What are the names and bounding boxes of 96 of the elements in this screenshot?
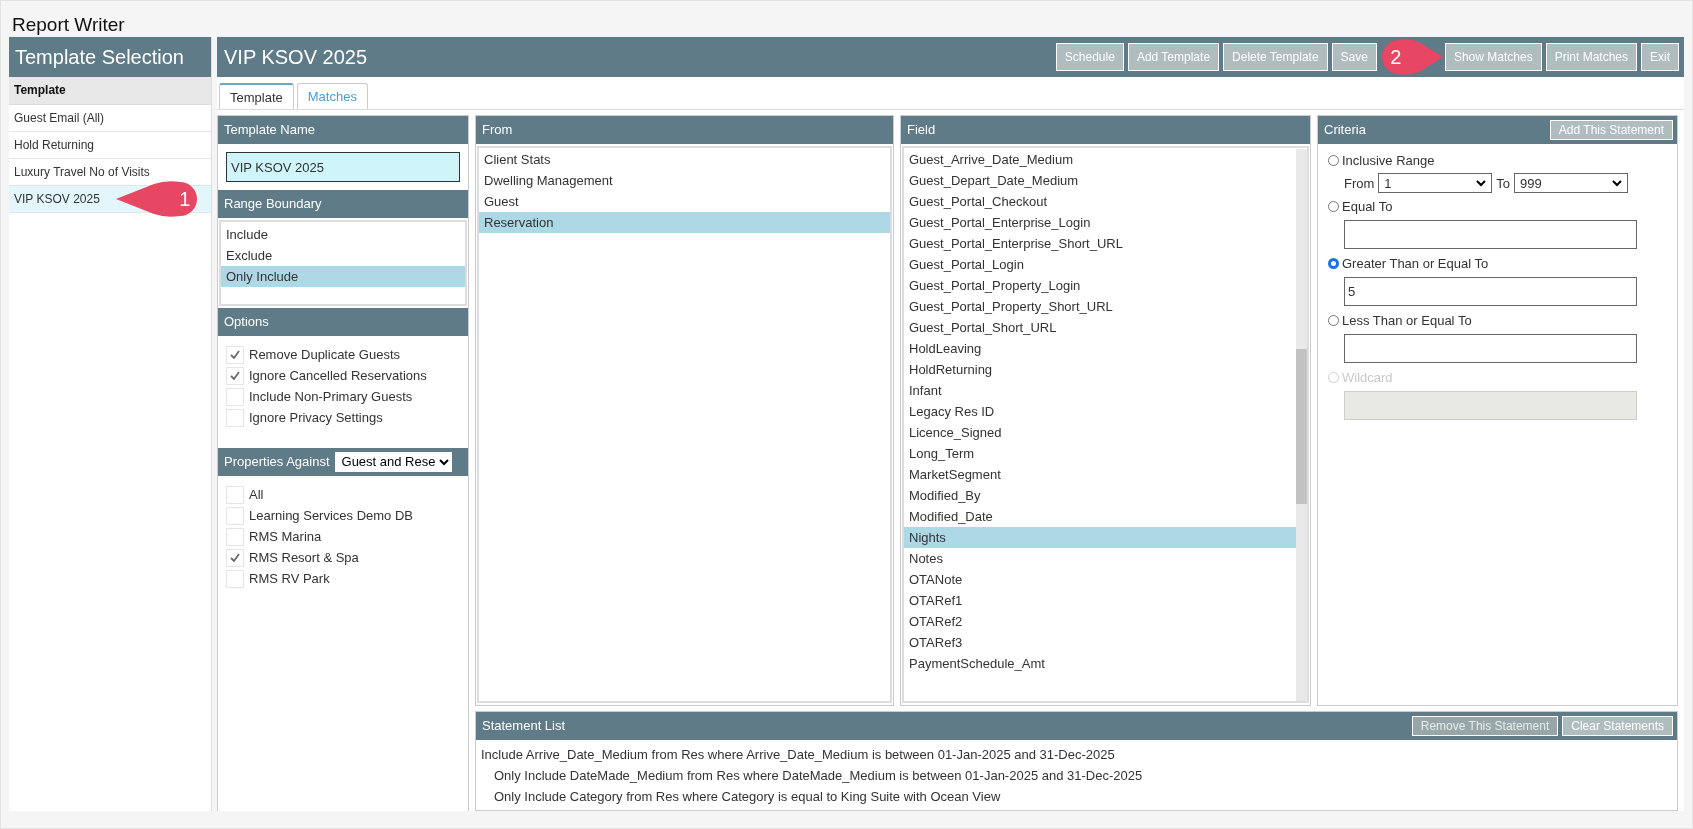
checkbox[interactable]: [226, 569, 244, 588]
radio-button[interactable]: [1328, 154, 1339, 166]
window-title: Report Writer: [11, 13, 126, 37]
section-header: Field: [901, 116, 1310, 144]
check-icon: [230, 371, 240, 380]
checkbox[interactable]: [226, 485, 244, 504]
field-option[interactable]: Nights: [904, 527, 1296, 548]
field-option[interactable]: Infant: [904, 380, 1296, 401]
field-option[interactable]: Guest_Portal_Checkout: [904, 191, 1296, 212]
field-option[interactable]: Modified_By: [904, 485, 1296, 506]
checkbox-label: Ignore Cancelled Reservations: [249, 368, 427, 383]
section-header: Statement List: [482, 717, 566, 735]
range-option[interactable]: Exclude: [221, 245, 465, 266]
column-header: Template: [9, 77, 211, 105]
field-option[interactable]: Guest_Portal_Short_URL: [904, 317, 1296, 338]
criteria-field[interactable]: 5: [1344, 277, 1637, 306]
checkbox[interactable]: [226, 506, 244, 525]
statement[interactable]: Only Include Category from Res where Category is equal to King Suite with Ocean View: [481, 786, 1672, 807]
radio-button[interactable]: [1328, 257, 1339, 269]
section-header: Criteria: [1324, 121, 1366, 139]
field-option[interactable]: Notes: [904, 548, 1296, 569]
field-option[interactable]: PaymentSchedule_Amt: [904, 653, 1296, 674]
checkbox-label: RMS Resort & Spa: [249, 550, 359, 565]
chevron-down-icon: [1476, 179, 1487, 187]
field-option[interactable]: HoldReturning: [904, 359, 1296, 380]
template-row[interactable]: Hold Returning: [9, 132, 211, 159]
criteria-field[interactable]: [1344, 334, 1637, 363]
from-select[interactable]: 1: [1378, 173, 1493, 193]
field-option[interactable]: Guest_Portal_Enterprise_Login: [904, 212, 1296, 233]
field-option[interactable]: Guest_Portal_Property_Short_URL: [904, 296, 1296, 317]
checkbox-label: RMS Marina: [249, 529, 322, 544]
field-option[interactable]: OTANote: [904, 569, 1296, 590]
radio-label: Inclusive Range: [1342, 152, 1435, 168]
to-label: To: [1496, 175, 1511, 191]
checkbox[interactable]: [226, 527, 244, 546]
section-header: Properties Against: [224, 453, 330, 471]
properties-select[interactable]: Guest and Rese: [334, 452, 453, 472]
field-option[interactable]: Guest_Portal_Login: [904, 254, 1296, 275]
radio-label: Equal To: [1342, 198, 1393, 214]
checkbox-label: RMS RV Park: [249, 571, 330, 586]
chevron-down-icon: [439, 458, 450, 466]
template-title: VIP KSOV 2025: [224, 45, 368, 69]
statement[interactable]: Include Arrive_Date_Medium from Res where Arrive_Date_Medium is between 01-Jan-2025 and 31-Dec-2025: [481, 744, 1672, 765]
radio-label: Greater Than or Equal To: [1342, 255, 1489, 271]
statement[interactable]: Only Include DateMade_Medium from Res where DateMade_Medium is between 01-Jan-2025 and 31-Dec-2025: [481, 765, 1672, 786]
check-icon: [230, 350, 240, 359]
radio-button[interactable]: [1328, 200, 1339, 212]
field-option[interactable]: OTARef1: [904, 590, 1296, 611]
table-option[interactable]: Reservation: [479, 212, 890, 233]
checkbox[interactable]: [226, 387, 244, 406]
field-option[interactable]: MarketSegment: [904, 464, 1296, 485]
chevron-down-icon: [1612, 179, 1623, 187]
checkbox[interactable]: [226, 548, 244, 567]
section-header: Options: [218, 308, 468, 336]
radio-button[interactable]: [1328, 314, 1339, 326]
template-name: VIP KSOV 2025: [14, 191, 100, 208]
field-option[interactable]: OTARef3: [904, 632, 1296, 653]
check-icon: [230, 553, 240, 562]
template-name: Hold Returning: [14, 137, 95, 154]
field-option[interactable]: Modified_Date: [904, 506, 1296, 527]
criteria-field[interactable]: [1344, 220, 1637, 249]
section-header: Range Boundary: [218, 190, 468, 218]
field-option[interactable]: OTARef2: [904, 611, 1296, 632]
checkbox-label: Remove Duplicate Guests: [249, 347, 400, 362]
template-name-field[interactable]: VIP KSOV 2025: [226, 152, 460, 182]
checkbox-label: Learning Services Demo DB: [249, 508, 414, 523]
template-row[interactable]: Guest Email (All): [9, 105, 211, 132]
checkbox[interactable]: [226, 408, 244, 427]
template-name: Guest Email (All): [14, 110, 105, 127]
scrollbar[interactable]: [1296, 149, 1307, 701]
template-name: Luxury Travel No of Visits: [14, 164, 150, 181]
field-option[interactable]: HoldLeaving: [904, 338, 1296, 359]
field-option[interactable]: Long_Term: [904, 443, 1296, 464]
table-option[interactable]: Dwelling Management: [479, 170, 890, 191]
field-option[interactable]: Guest_Depart_Date_Medium: [904, 170, 1296, 191]
from-label: From: [1344, 175, 1375, 191]
checkbox[interactable]: [226, 345, 244, 364]
tab[interactable]: Template: [219, 83, 294, 109]
checkbox[interactable]: [226, 366, 244, 385]
checkbox-label: All: [249, 487, 264, 502]
range-option[interactable]: Only Include: [221, 266, 465, 287]
field-option[interactable]: Guest_Arrive_Date_Medium: [904, 149, 1296, 170]
table-option[interactable]: Guest: [479, 191, 890, 212]
checkbox-label: Include Non-Primary Guests: [249, 389, 413, 404]
field-option[interactable]: Licence_Signed: [904, 422, 1296, 443]
range-option[interactable]: Include: [221, 224, 465, 245]
field-option[interactable]: Guest_Portal_Property_Login: [904, 275, 1296, 296]
radio-label: Less Than or Equal To: [1342, 312, 1472, 328]
checkbox-label: Ignore Privacy Settings: [249, 410, 383, 425]
section-header: From: [476, 116, 893, 144]
table-option[interactable]: Client Stats: [479, 149, 890, 170]
field-option[interactable]: Legacy Res ID: [904, 401, 1296, 422]
section-header: Template Name: [218, 116, 468, 144]
to-select[interactable]: 999: [1514, 173, 1629, 193]
field-option[interactable]: Guest_Portal_Enterprise_Short_URL: [904, 233, 1296, 254]
panel-title: Template Selection: [9, 37, 211, 77]
